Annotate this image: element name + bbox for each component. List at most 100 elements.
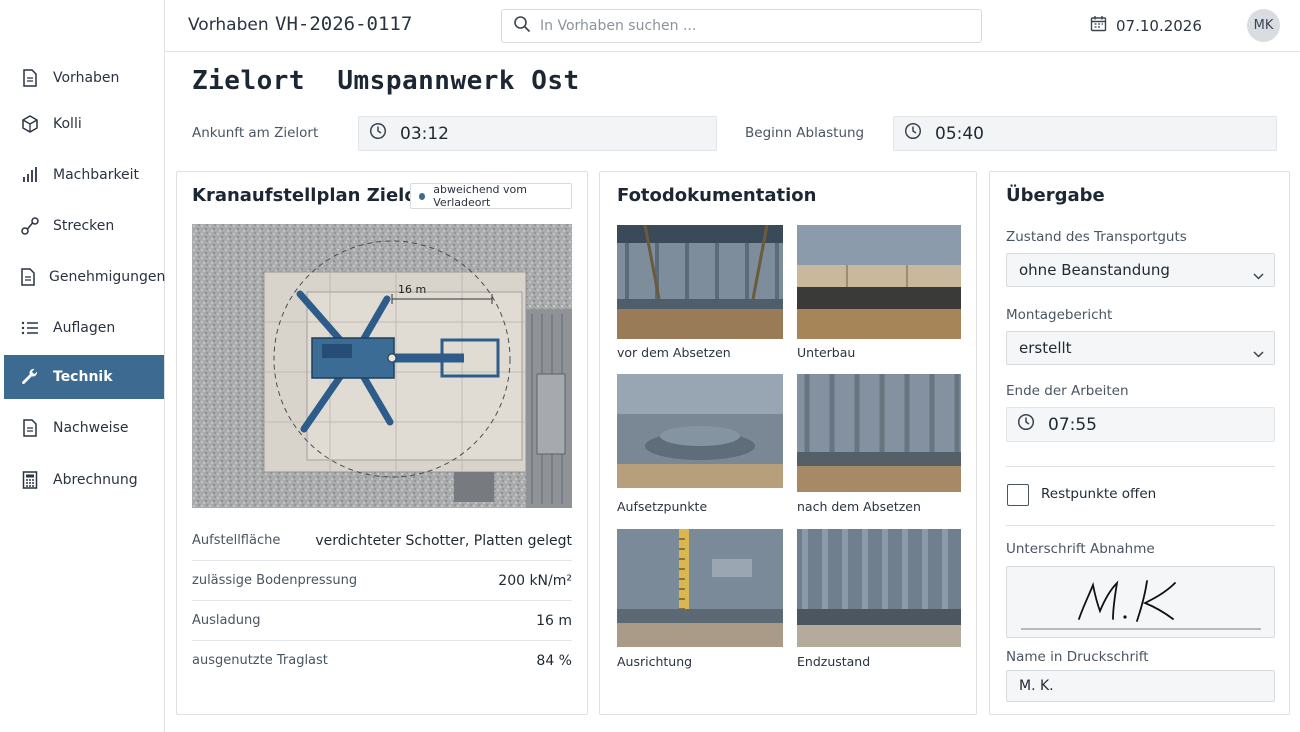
remaining-items-checkbox[interactable]	[1007, 484, 1029, 506]
sidebar-item-genehmigungen[interactable]: Genehmigungen	[4, 255, 166, 299]
photo-caption: Ausrichtung	[617, 654, 693, 669]
clock-icon	[359, 122, 400, 145]
clock-icon	[1007, 413, 1048, 436]
assembly-report-label: Montagebericht	[1006, 307, 1113, 323]
condition-select[interactable]: ohne Beanstandung	[1006, 253, 1275, 287]
sidebar: Vorhaben Kolli Machbarkeit Strecken Gene…	[0, 0, 165, 732]
divider	[1006, 466, 1275, 467]
arrival-time-field[interactable]: 03:12	[358, 116, 717, 151]
sidebar-item-label: Genehmigungen	[49, 269, 166, 285]
sidebar-item-auflagen[interactable]: Auflagen	[4, 306, 164, 350]
arrival-time-value: 03:12	[400, 123, 449, 144]
current-date: 07.10.2026	[1116, 16, 1202, 35]
document-icon	[20, 418, 40, 438]
photo-thumbnail[interactable]	[617, 225, 783, 339]
clock-icon	[894, 122, 935, 145]
photo-thumbnail[interactable]	[797, 529, 961, 647]
signature-field[interactable]	[1006, 566, 1275, 638]
spec-value: 200 kN/m²	[498, 573, 572, 589]
print-name-value: M. K.	[1019, 678, 1054, 694]
spec-label: ausgenutzte Traglast	[192, 653, 328, 668]
breadcrumb[interactable]: Vorhaben	[188, 15, 269, 35]
document-icon	[20, 68, 40, 88]
calculator-icon	[20, 470, 40, 490]
route-icon	[20, 216, 40, 236]
end-of-work-time-value: 07:55	[1048, 414, 1097, 435]
photo-caption: vor dem Absetzen	[617, 345, 731, 360]
sidebar-item-label: Nachweise	[53, 420, 129, 436]
photo-documentation-card: Fotodokumentation vor dem Absetzen Unter…	[599, 171, 977, 715]
remaining-items-label: Restpunkte offen	[1041, 486, 1157, 502]
spec-label: zulässige Bodenpressung	[192, 573, 358, 588]
sidebar-item-label: Strecken	[53, 218, 115, 234]
spec-value: 16 m	[536, 613, 572, 629]
sidebar-item-label: Vorhaben	[53, 70, 120, 86]
sidebar-item-label: Machbarkeit	[53, 167, 140, 183]
chevron-down-icon	[1253, 266, 1264, 284]
assembly-report-select[interactable]: erstellt	[1006, 331, 1275, 365]
photo-thumbnail[interactable]	[617, 529, 783, 647]
photo-thumbnail[interactable]	[617, 374, 783, 488]
search-box[interactable]	[501, 9, 982, 43]
status-dot-icon	[419, 192, 426, 200]
crane-plan-card: Kranaufstellplan Zielort abweichend vom …	[176, 171, 588, 715]
date-display: 07.10.2026	[1090, 15, 1202, 36]
photo-thumbnail[interactable]	[797, 374, 961, 492]
assembly-report-value: erstellt	[1019, 339, 1072, 357]
project-id: VH-2026-0117	[275, 13, 413, 35]
photo-caption: Aufsetzpunkte	[617, 499, 708, 514]
sidebar-item-technik[interactable]: Technik	[4, 355, 164, 399]
photo-documentation-title: Fotodokumentation	[617, 185, 817, 206]
unloading-time-value: 05:40	[935, 123, 984, 144]
spec-value: 84 %	[536, 653, 572, 669]
sidebar-item-strecken[interactable]: Strecken	[4, 204, 164, 248]
arrival-label: Ankunft am Zielort	[192, 125, 319, 141]
spec-row-ground-pressure: zulässige Bodenpressung 200 kN/m²	[192, 561, 572, 601]
sidebar-item-label: Auflagen	[53, 320, 116, 336]
deviation-badge: abweichend vom Verladeort	[410, 183, 572, 209]
handover-card: Übergabe Zustand des Transportguts ohne …	[989, 171, 1290, 715]
photo-thumbnail[interactable]	[797, 225, 961, 339]
print-name-label: Name in Druckschrift	[1006, 649, 1149, 665]
condition-label: Zustand des Transportguts	[1006, 229, 1187, 245]
end-of-work-label: Ende der Arbeiten	[1006, 383, 1129, 399]
photo-caption: nach dem Absetzen	[797, 499, 921, 514]
end-of-work-time-field[interactable]: 07:55	[1006, 407, 1275, 442]
handover-title: Übergabe	[1006, 185, 1105, 206]
sidebar-item-label: Technik	[53, 369, 113, 385]
signature-drawing	[1021, 580, 1261, 630]
chevron-down-icon	[1253, 344, 1264, 362]
sidebar-item-label: Abrechnung	[53, 472, 138, 488]
condition-value: ohne Beanstandung	[1019, 261, 1170, 279]
photo-caption: Unterbau	[797, 345, 856, 360]
deviation-badge-label: abweichend vom Verladeort	[433, 183, 527, 209]
sidebar-item-nachweise[interactable]: Nachweise	[4, 406, 164, 450]
print-name-field[interactable]: M. K.	[1006, 670, 1275, 702]
sidebar-item-abrechnung[interactable]: Abrechnung	[4, 458, 164, 502]
search-input[interactable]	[540, 18, 960, 34]
avatar[interactable]: MK	[1247, 9, 1280, 42]
unloading-label: Beginn Ablastung	[745, 125, 865, 141]
document-icon	[20, 267, 36, 287]
sidebar-item-kolli[interactable]: Kolli	[4, 102, 164, 146]
crane-plan-title: Kranaufstellplan Zielort	[192, 185, 435, 206]
page-title: Zielort Umspannwerk Ost	[192, 66, 580, 96]
photo-caption: Endzustand	[797, 654, 871, 669]
divider	[1006, 525, 1275, 526]
sidebar-item-vorhaben[interactable]: Vorhaben	[4, 56, 164, 100]
signature-label: Unterschrift Abnahme	[1006, 541, 1155, 557]
list-icon	[20, 318, 40, 338]
spec-row-load-utilization: ausgenutzte Traglast 84 %	[192, 641, 572, 681]
top-header: Vorhaben VH-2026-0117 07.10.2026 MK	[165, 0, 1300, 52]
dimension-label: 16 m	[398, 283, 426, 296]
wrench-icon	[20, 367, 40, 387]
spec-value: verdichteter Schotter, Platten gelegt	[315, 533, 572, 549]
sidebar-item-machbarkeit[interactable]: Machbarkeit	[4, 153, 164, 197]
crane-plan-image: 16 m	[192, 224, 572, 508]
spec-label: Aufstellfläche	[192, 533, 281, 548]
sidebar-item-label: Kolli	[53, 116, 82, 132]
calendar-icon	[1090, 15, 1116, 36]
spec-row-setup-area: Aufstellfläche verdichteter Schotter, Pl…	[192, 521, 572, 561]
package-icon	[20, 114, 40, 134]
unloading-time-field[interactable]: 05:40	[893, 116, 1277, 151]
